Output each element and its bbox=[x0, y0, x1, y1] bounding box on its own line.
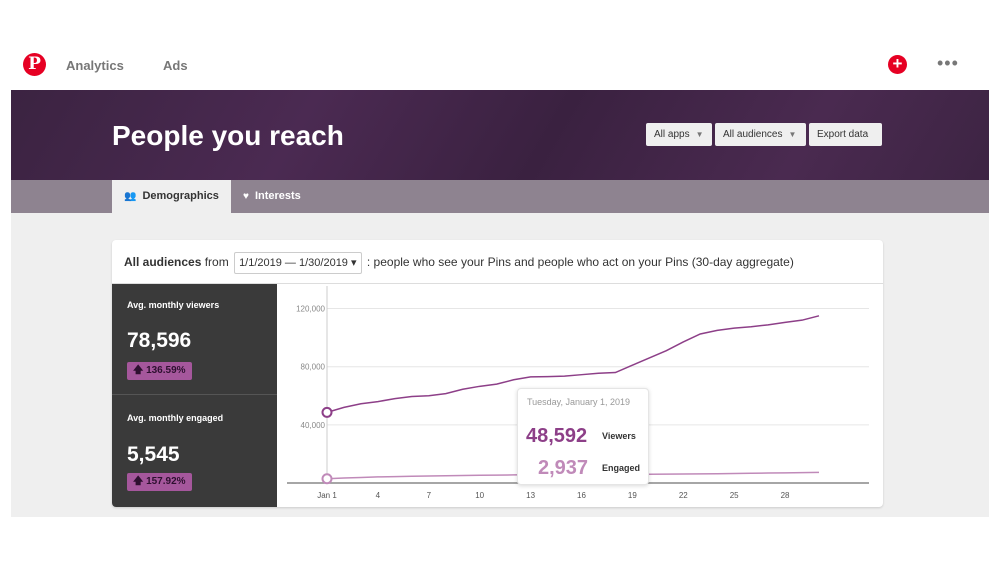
x-tick-label: 28 bbox=[781, 491, 790, 500]
caret-down-icon: ▼ bbox=[695, 130, 704, 139]
x-tick-label: Jan 1 bbox=[317, 491, 337, 500]
tooltip-viewers-value: 48,592 bbox=[526, 425, 588, 447]
x-tick-label: 16 bbox=[577, 491, 586, 500]
card-description: : people who see your Pins and people wh… bbox=[366, 255, 794, 269]
tooltip-viewers-label: Viewers bbox=[602, 431, 636, 441]
nav-analytics-link[interactable]: Analytics bbox=[66, 58, 124, 73]
series-point-viewers bbox=[321, 406, 333, 418]
x-tick-label: 10 bbox=[475, 491, 484, 500]
page-title: People you reach bbox=[112, 120, 344, 151]
stat-value: 5,545 bbox=[127, 443, 180, 466]
stat-value: 78,596 bbox=[127, 329, 192, 352]
y-tick-label: 40,000 bbox=[301, 421, 326, 430]
x-tick-label: 25 bbox=[730, 491, 739, 500]
tab-demographics[interactable]: 👥 Demographics bbox=[112, 180, 231, 213]
tab-interests[interactable]: ♥ Interests bbox=[231, 180, 321, 213]
export-data-button[interactable]: Export data bbox=[809, 123, 882, 146]
change-badge: 🡅 136.59% bbox=[127, 362, 192, 380]
all-apps-dropdown[interactable]: All apps ▼ bbox=[646, 123, 712, 146]
x-tick-label: 4 bbox=[376, 491, 381, 500]
more-icon[interactable]: ••• bbox=[937, 54, 959, 72]
change-value: 157.92% bbox=[146, 476, 186, 487]
audience-name: All audiences bbox=[124, 255, 202, 269]
all-audiences-dropdown[interactable]: All audiences ▼ bbox=[715, 123, 806, 146]
all-apps-label: All apps bbox=[654, 129, 690, 140]
nav-ads-link[interactable]: Ads bbox=[163, 58, 188, 73]
heart-icon: ♥ bbox=[243, 191, 249, 202]
arrow-up-icon: 🡅 bbox=[133, 476, 144, 487]
y-tick-label: 80,000 bbox=[301, 363, 326, 372]
tooltip-engaged-value: 2,937 bbox=[538, 457, 589, 479]
all-audiences-label: All audiences bbox=[723, 129, 783, 140]
card-header: All audiences from 1/1/2019 — 1/30/2019 … bbox=[112, 240, 883, 284]
stat-label: Avg. monthly viewers bbox=[127, 300, 220, 310]
tooltip-engaged-label: Engaged bbox=[602, 463, 641, 473]
stat-viewers: Avg. monthly viewers 78,596 🡅 136.59% bbox=[112, 284, 277, 395]
stats-panel: Avg. monthly viewers 78,596 🡅 136.59% Av… bbox=[112, 284, 277, 507]
y-tick-label: 120,000 bbox=[296, 305, 325, 314]
plus-icon[interactable]: + bbox=[888, 55, 907, 74]
tab-interests-label: Interests bbox=[254, 190, 301, 202]
x-tick-label: 19 bbox=[628, 491, 637, 500]
change-value: 136.59% bbox=[146, 365, 186, 376]
chart-tooltip: Tuesday, January 1, 2019 48,592 Viewers … bbox=[517, 388, 649, 485]
from-label: from bbox=[204, 255, 229, 269]
tooltip-date: Tuesday, January 1, 2019 bbox=[527, 397, 631, 407]
date-range-value: 1/1/2019 — 1/30/2019 bbox=[239, 256, 348, 269]
caret-down-icon: ▾ bbox=[351, 256, 357, 269]
x-tick-label: 22 bbox=[679, 491, 688, 500]
audience-card: All audiences from 1/1/2019 — 1/30/2019 … bbox=[112, 240, 883, 507]
top-nav: P Analytics Ads + ••• bbox=[0, 0, 1000, 90]
stat-engaged: Avg. monthly engaged 5,545 🡅 157.92% bbox=[112, 395, 277, 506]
change-badge: 🡅 157.92% bbox=[127, 473, 192, 491]
line-chart[interactable]: 40,000 80,000 120,000 Jan 1 4 7 10 13 16 19 22 25 28… bbox=[277, 284, 883, 507]
series-point-engaged bbox=[321, 473, 333, 485]
stat-label: Avg. monthly engaged bbox=[127, 413, 224, 423]
tab-bar: 👥 Demographics ♥ Interests bbox=[11, 180, 989, 213]
pinterest-logo[interactable]: P bbox=[23, 53, 46, 76]
arrow-up-icon: 🡅 bbox=[133, 365, 144, 376]
x-tick-label: 7 bbox=[427, 491, 432, 500]
people-icon: 👥 bbox=[124, 191, 137, 202]
tab-demographics-label: Demographics bbox=[142, 190, 219, 202]
x-tick-label: 13 bbox=[526, 491, 535, 500]
caret-down-icon: ▼ bbox=[788, 130, 797, 139]
header-banner: People you reach All apps ▼ All audiences… bbox=[11, 90, 989, 180]
date-range-dropdown[interactable]: 1/1/2019 — 1/30/2019 ▾ bbox=[234, 251, 362, 274]
